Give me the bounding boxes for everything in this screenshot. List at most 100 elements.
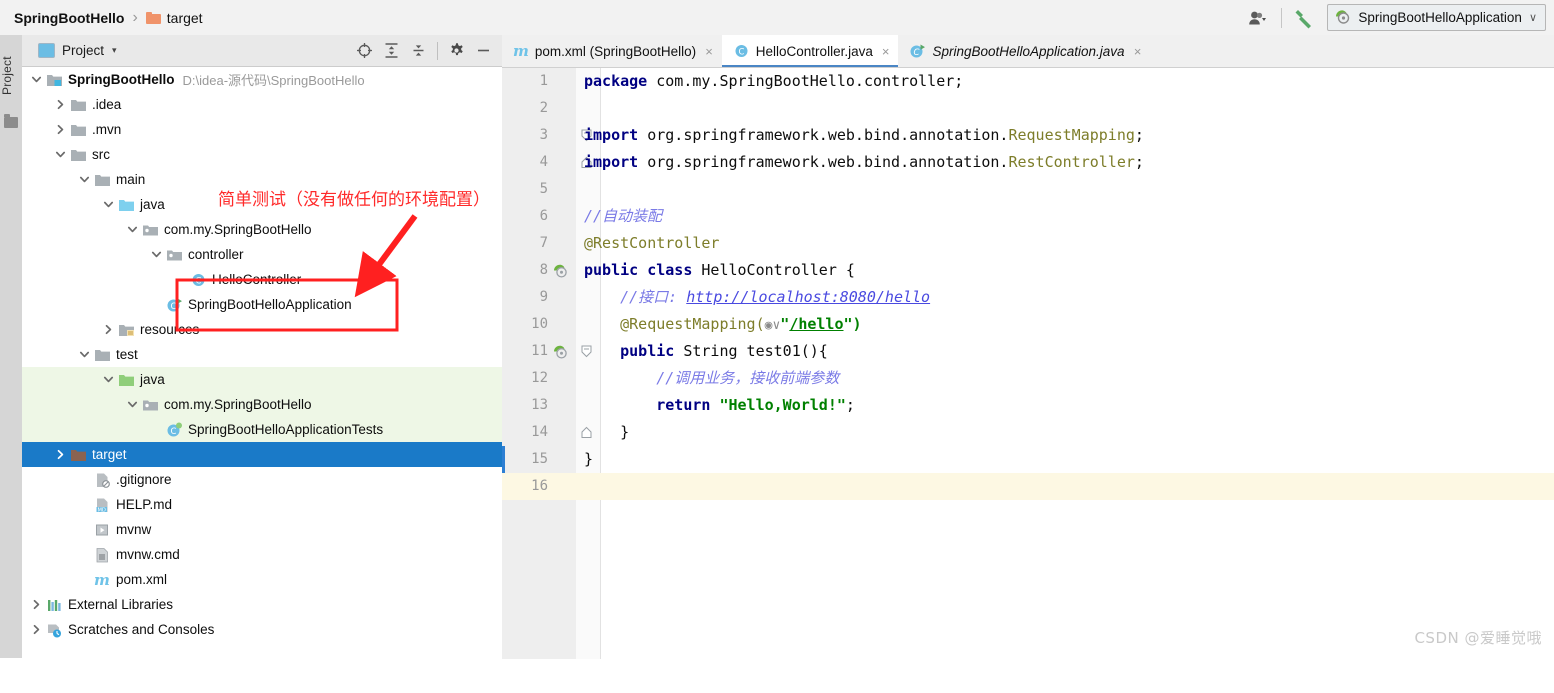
chevron-down-icon[interactable] [78,173,91,186]
run-configuration-selector[interactable]: SpringBootHelloApplication ∨ [1327,4,1546,31]
chevron-down-icon[interactable] [150,248,163,261]
code-token: "Hello,World!" [719,396,846,414]
folder-icon [4,114,18,128]
code-line-7[interactable]: 7 @RestController [502,230,1554,257]
code-text: //接口: http://localhost:8080/hello [584,284,930,311]
tree-node-springboothello[interactable]: SpringBootHello D:\idea-源代码\SpringBootHel… [22,67,502,92]
chevron-right-icon[interactable] [30,623,43,636]
code-line-16[interactable]: 16 [502,473,1554,500]
code-line-1[interactable]: 1 package com.my.SpringBootHello.controll… [502,68,1554,95]
select-opened-file-icon[interactable] [352,39,377,63]
tree-node-scratches[interactable]: Scratches and Consoles [22,617,502,642]
gitignore-file-icon [94,472,111,488]
code-token: public class [584,261,702,279]
line-number: 4 [539,154,548,170]
tree-node-test[interactable]: test [22,342,502,367]
editor-tab-1[interactable]: C HelloController.java × [721,35,899,67]
breadcrumb-project[interactable]: SpringBootHello [14,10,124,26]
tree-node-mvn[interactable]: .mvn [22,117,502,142]
editor-tab-0[interactable]: m pom.xml (SpringBootHello) × [502,35,722,67]
code-line-4[interactable]: 4 import org.springframework.web.bind.ann… [502,149,1554,176]
tree-node-controller[interactable]: controller [22,242,502,267]
line-number: 5 [539,181,548,197]
chevron-right-icon[interactable] [30,598,43,611]
java-class-run-icon: C [909,43,926,59]
code-line-13[interactable]: 13 return "Hello,World!"; [502,392,1554,419]
chevron-down-icon[interactable] [126,398,139,411]
tree-node-test-pkg[interactable]: com.my.SpringBootHello [22,392,502,417]
tree-node-springboothelloapplication[interactable]: C SpringBootHelloApplication [22,292,502,317]
tree-node-pom-xml[interactable]: m pom.xml [22,567,502,592]
gutter-run-icon[interactable] [552,262,569,279]
tree-node-mvnw[interactable]: mvnw [22,517,502,542]
tree-node-resources[interactable]: resources [22,317,502,342]
tree-node-label: test [116,347,138,362]
tree-node-target[interactable]: target [22,442,502,467]
build-hammer-icon[interactable] [1287,5,1321,31]
user-icon[interactable] [1242,5,1276,31]
tree-node-main-pkg[interactable]: com.my.SpringBootHello [22,217,502,242]
code-line-11[interactable]: 11 public String test01(){ [502,338,1554,365]
chevron-right-icon[interactable] [102,323,115,336]
code-line-15[interactable]: 15} [502,446,1554,473]
code-line-10[interactable]: 10 @RequestMapping(◉∨"/hello") [502,311,1554,338]
tree-node-mvnw-cmd[interactable]: mvnw.cmd [22,542,502,567]
code-line-2[interactable]: 2 [502,95,1554,122]
code-line-14[interactable]: 14 } [502,419,1554,446]
project-tree[interactable]: SpringBootHello D:\idea-源代码\SpringBootHel… [22,67,502,659]
close-icon[interactable]: × [1134,44,1142,59]
code-editor[interactable]: 1 package com.my.SpringBootHello.controll… [502,68,1554,659]
chevron-right-icon[interactable] [54,98,67,111]
expand-all-icon[interactable] [379,39,404,63]
folder-grey-icon [94,172,111,188]
line-number: 15 [531,451,548,467]
tree-node-help-md[interactable]: MD HELP.md [22,492,502,517]
code-line-6[interactable]: 6 //自动装配 [502,203,1554,230]
chevron-right-icon[interactable] [54,123,67,136]
settings-gear-icon[interactable] [444,39,469,63]
code-token: } [584,450,594,468]
chevron-right-icon[interactable] [54,448,67,461]
breadcrumb-current[interactable]: target [167,10,203,26]
tree-node-gitignore[interactable]: .gitignore [22,467,502,492]
chevron-down-icon[interactable] [78,348,91,361]
code-line-5[interactable]: 5 [502,176,1554,203]
code-line-12[interactable]: 12 //调用业务，接收前端参数 [502,365,1554,392]
editor-tab-2[interactable]: C SpringBootHelloApplication.java × [898,35,1150,67]
line-number: 12 [531,370,548,386]
chevron-down-icon[interactable] [30,73,43,86]
project-panel-title[interactable]: Project [62,43,104,58]
breadcrumb: SpringBootHello › target [0,9,203,27]
tree-node-label: mvnw.cmd [116,547,180,562]
tree-node-main[interactable]: main [22,167,502,192]
chevron-down-icon[interactable] [126,223,139,236]
code-text: //自动装配 [584,203,662,230]
tree-node-test-java[interactable]: java [22,367,502,392]
tree-node-label: target [92,447,127,462]
toolbar-divider [1281,7,1283,28]
editor-tab-bar[interactable]: m pom.xml (SpringBootHello) × C HelloControl… [502,35,1554,68]
collapse-all-icon[interactable] [406,39,431,63]
hide-panel-icon[interactable] [471,39,496,63]
chevron-down-icon[interactable] [54,148,67,161]
close-icon[interactable]: × [705,44,713,59]
code-token: //自动装配 [584,207,663,225]
tree-node-external-libraries[interactable]: External Libraries [22,592,502,617]
chevron-down-icon[interactable] [102,198,115,211]
code-line-9[interactable]: 9 //接口: http://localhost:8080/hello [502,284,1554,311]
tree-node-springboothelloapplicationtests[interactable]: C SpringBootHelloApplicationTests [22,417,502,442]
gutter-run-icon[interactable] [552,343,569,360]
code-lines[interactable]: 1 package com.my.SpringBootHello.controll… [502,68,1554,659]
tree-node-main-java[interactable]: java [22,192,502,217]
code-line-8[interactable]: 8 public class HelloController { [502,257,1554,284]
tree-node-hellocontroller[interactable]: C HelloController [22,267,502,292]
close-icon[interactable]: × [882,44,890,59]
web-gutter-icon[interactable]: ◉∨ [765,318,781,333]
code-line-3[interactable]: 3 import org.springframework.web.bind.ann… [502,122,1554,149]
tree-node-src[interactable]: src [22,142,502,167]
tree-node-idea[interactable]: .idea [22,92,502,117]
code-text: import org.springframework.web.bind.anno… [584,122,1144,149]
tool-window-button-project[interactable]: Project [0,41,22,111]
chevron-down-icon[interactable]: ▾ [112,45,117,56]
chevron-down-icon[interactable] [102,373,115,386]
